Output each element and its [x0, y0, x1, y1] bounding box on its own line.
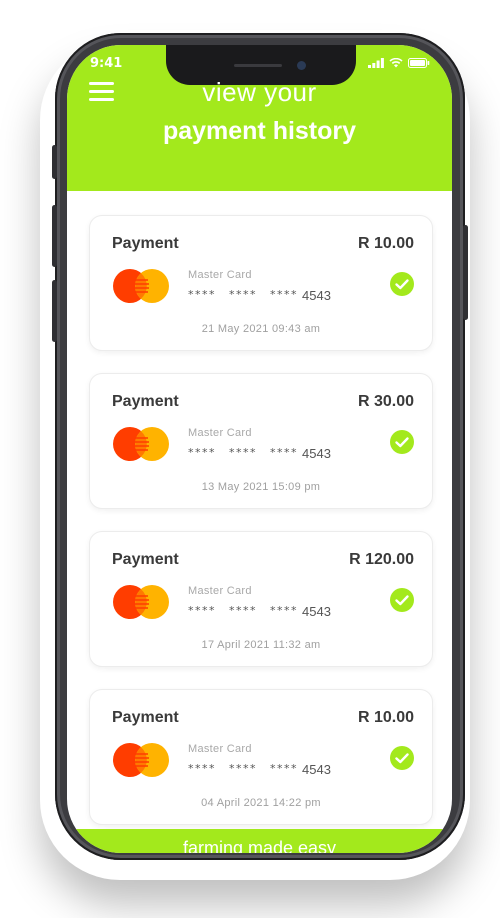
payment-amount: R 120.00 — [349, 551, 414, 568]
payment-date: 04 April 2021 14:22 pm — [201, 797, 321, 809]
card-brand: Master Card — [188, 743, 252, 755]
payment-card[interactable]: Payment R 30.00 Master Card **** **** **… — [89, 373, 433, 509]
status-icons — [368, 58, 430, 68]
payment-date: 13 May 2021 15:09 pm — [201, 481, 321, 493]
payment-history-list: Payment R 10.00 Master Card **** **** **… — [89, 215, 433, 847]
card-number-masked: **** **** **** — [188, 604, 298, 617]
speaker-grille — [234, 64, 282, 67]
check-circle-icon — [390, 430, 414, 454]
payment-card[interactable]: Payment R 120.00 Master Card **** **** *… — [89, 531, 433, 667]
payment-title: Payment — [112, 551, 179, 568]
mastercard-logo-icon — [113, 269, 169, 303]
payment-card[interactable]: Payment R 10.00 Master Card **** **** **… — [89, 689, 433, 825]
card-number-masked: **** **** **** — [188, 446, 298, 459]
check-circle-icon — [390, 746, 414, 770]
card-number-masked: **** **** **** — [188, 288, 298, 301]
card-last4: 4543 — [302, 762, 331, 777]
payment-amount: R 10.00 — [357, 709, 414, 726]
power-button — [463, 225, 468, 320]
page-title-line2: payment history — [162, 117, 357, 145]
volume-down-button — [52, 280, 57, 342]
mute-switch — [52, 145, 57, 179]
card-brand: Master Card — [188, 585, 252, 597]
page-title-line1: view your — [202, 77, 317, 107]
wifi-icon — [389, 58, 403, 68]
payment-amount: R 10.00 — [357, 235, 414, 252]
payment-title: Payment — [112, 235, 179, 252]
check-circle-icon — [390, 272, 414, 296]
mastercard-logo-icon — [113, 427, 169, 461]
payment-card[interactable]: Payment R 10.00 Master Card **** **** **… — [89, 215, 433, 351]
card-last4: 4543 — [302, 446, 331, 461]
payment-title: Payment — [112, 709, 179, 726]
card-last4: 4543 — [302, 604, 331, 619]
payment-date: 17 April 2021 11:32 am — [201, 639, 321, 651]
footer-banner: farming made easy — [67, 829, 452, 853]
payment-title: Payment — [112, 393, 179, 410]
mastercard-logo-icon — [113, 743, 169, 777]
payment-date: 21 May 2021 09:43 am — [201, 323, 321, 335]
front-camera — [297, 61, 306, 70]
battery-icon — [408, 58, 430, 68]
signal-icon — [368, 58, 384, 68]
check-circle-icon — [390, 588, 414, 612]
mastercard-logo-icon — [113, 585, 169, 619]
app-screen: 9:41 view your payment history Payment R… — [67, 45, 452, 853]
card-number-masked: **** **** **** — [188, 762, 298, 775]
payment-amount: R 30.00 — [357, 393, 414, 410]
volume-up-button — [52, 205, 57, 267]
card-brand: Master Card — [188, 427, 252, 439]
app-header: 9:41 view your payment history — [67, 45, 452, 191]
footer-tagline: farming made easy — [182, 838, 337, 853]
card-last4: 4543 — [302, 288, 331, 303]
card-brand: Master Card — [188, 269, 252, 281]
status-time: 9:41 — [90, 56, 123, 71]
